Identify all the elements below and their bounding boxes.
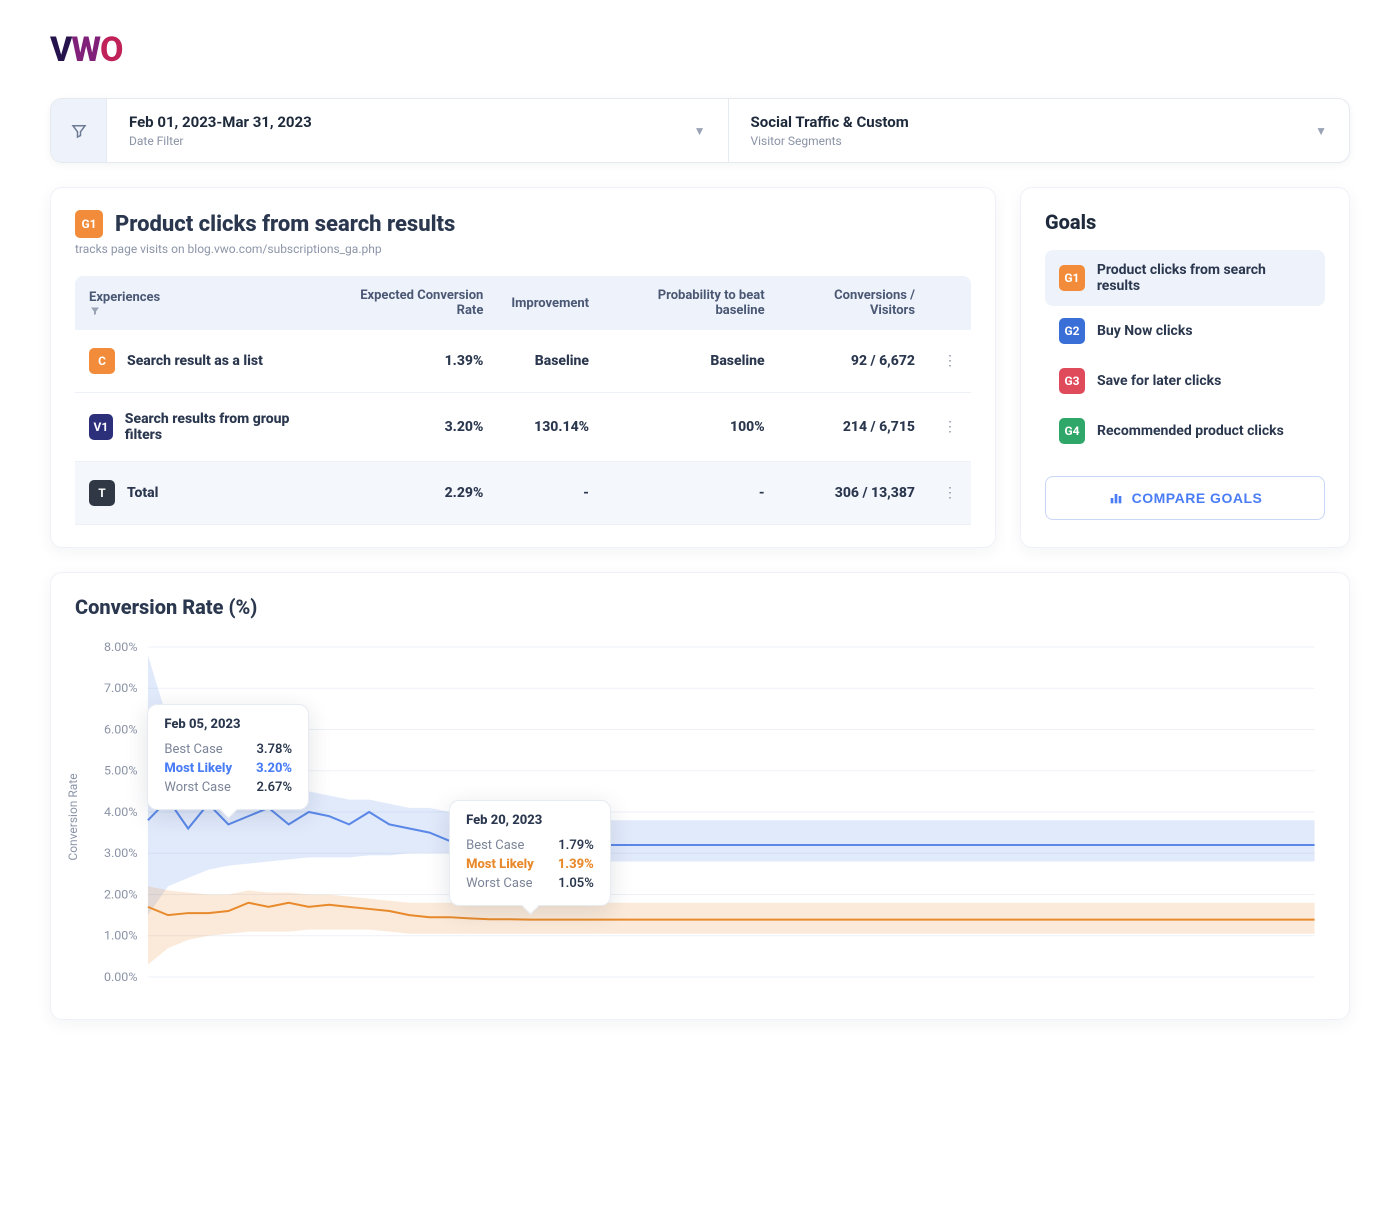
- cell-conversions: 306 / 13,387: [779, 462, 929, 525]
- date-filter-label: Date Filter: [129, 134, 312, 148]
- experience-badge: V1: [89, 414, 113, 440]
- chart-tooltip: Feb 05, 2023 Best Case 3.78% Most Likely 3.2…: [147, 704, 309, 810]
- table-row[interactable]: V1 Search results from group filters 3.2…: [75, 393, 971, 462]
- funnel-icon: [70, 122, 88, 140]
- chevron-down-icon: ▼: [1315, 124, 1327, 138]
- funnel-icon: [89, 305, 313, 317]
- svg-text:4.00%: 4.00%: [104, 805, 138, 819]
- goal-list-item[interactable]: G3 Save for later clicks: [1045, 356, 1325, 406]
- cell-p2b: -: [603, 462, 779, 525]
- experience-name: Search result as a list: [127, 353, 263, 369]
- col-p2b[interactable]: Probability to beat baseline: [603, 276, 779, 330]
- goal-badge: G1: [1059, 265, 1085, 291]
- filter-toggle-button[interactable]: [51, 99, 107, 162]
- col-conversions[interactable]: Conversions / Visitors: [779, 276, 929, 330]
- tooltip-label: Most Likely: [466, 857, 534, 872]
- tooltip-value: 1.39%: [558, 857, 594, 872]
- chart-area[interactable]: Conversion Rate 0.00%1.00%2.00%3.00%4.00…: [75, 637, 1325, 997]
- table-row[interactable]: C Search result as a list 1.39% Baseline…: [75, 330, 971, 393]
- filters-bar: Feb 01, 2023-Mar 31, 2023 Date Filter ▼ …: [50, 98, 1350, 163]
- cell-ecr: 1.39%: [327, 330, 498, 393]
- tooltip-value: 3.78%: [257, 742, 293, 757]
- svg-text:6.00%: 6.00%: [104, 723, 138, 737]
- col-experiences[interactable]: Experiences: [75, 276, 327, 330]
- more-options-icon[interactable]: ⋮: [943, 353, 957, 369]
- goal-results-card: G1 Product clicks from search results tr…: [50, 187, 996, 548]
- bar-chart-icon: [1108, 490, 1124, 506]
- logo-letter-w: W: [71, 30, 100, 70]
- goal-list-item[interactable]: G2 Buy Now clicks: [1045, 306, 1325, 356]
- cell-p2b: Baseline: [603, 330, 779, 393]
- cell-improvement: Baseline: [497, 330, 603, 393]
- col-ecr[interactable]: Expected Conversion Rate: [327, 276, 498, 330]
- cell-improvement: -: [497, 462, 603, 525]
- cell-conversions: 92 / 6,672: [779, 330, 929, 393]
- goal-badge: G4: [1059, 418, 1085, 444]
- goal-list-item[interactable]: G4 Recommended product clicks: [1045, 406, 1325, 456]
- cell-p2b: 100%: [603, 393, 779, 462]
- segments-filter-dropdown[interactable]: Social Traffic & Custom Visitor Segments…: [729, 99, 1350, 162]
- experience-badge: T: [89, 480, 115, 506]
- svg-text:8.00%: 8.00%: [104, 640, 138, 654]
- tooltip-value: 1.05%: [558, 876, 594, 891]
- goal-list: G1 Product clicks from search results G2…: [1045, 250, 1325, 456]
- segments-filter-label: Visitor Segments: [751, 134, 909, 148]
- svg-text:0.00%: 0.00%: [104, 970, 138, 984]
- goals-sidebar-card: Goals G1 Product clicks from search resu…: [1020, 187, 1350, 548]
- goal-badge: G2: [1059, 318, 1085, 344]
- logo-letter-v: V: [50, 30, 71, 70]
- tooltip-label: Most Likely: [164, 761, 232, 776]
- cell-ecr: 2.29%: [327, 462, 498, 525]
- goal-list-item[interactable]: G1 Product clicks from search results: [1045, 250, 1325, 306]
- svg-text:2.00%: 2.00%: [104, 888, 138, 902]
- goal-title: Product clicks from search results: [115, 212, 455, 237]
- more-options-icon[interactable]: ⋮: [943, 419, 957, 435]
- table-row[interactable]: T Total 2.29% - - 306 / 13,387 ⋮: [75, 462, 971, 525]
- tooltip-date: Feb 20, 2023: [466, 813, 594, 828]
- date-filter-dropdown[interactable]: Feb 01, 2023-Mar 31, 2023 Date Filter ▼: [107, 99, 729, 162]
- experience-name: Search results from group filters: [125, 411, 313, 443]
- goal-badge: G3: [1059, 368, 1085, 394]
- cell-ecr: 3.20%: [327, 393, 498, 462]
- chart-tooltip: Feb 20, 2023 Best Case 1.79% Most Likely 1.3…: [449, 800, 611, 906]
- tooltip-label: Worst Case: [466, 876, 532, 891]
- chevron-down-icon: ▼: [694, 124, 706, 138]
- cell-conversions: 214 / 6,715: [779, 393, 929, 462]
- segments-filter-value: Social Traffic & Custom: [751, 113, 909, 131]
- goals-sidebar-title: Goals: [1045, 210, 1325, 234]
- col-improvement[interactable]: Improvement: [497, 276, 603, 330]
- goal-item-label: Save for later clicks: [1097, 373, 1221, 389]
- more-options-icon[interactable]: ⋮: [943, 485, 957, 501]
- date-filter-value: Feb 01, 2023-Mar 31, 2023: [129, 113, 312, 131]
- tooltip-label: Best Case: [466, 838, 524, 853]
- chart-title: Conversion Rate (%): [75, 595, 1325, 619]
- goal-description: tracks page visits on blog.vwo.com/subsc…: [75, 242, 971, 256]
- tooltip-date: Feb 05, 2023: [164, 717, 292, 732]
- svg-text:7.00%: 7.00%: [104, 681, 138, 695]
- experience-name: Total: [127, 485, 158, 501]
- experiences-table: Experiences Expected Conversion Rate Imp…: [75, 276, 971, 525]
- y-axis-label: Conversion Rate: [66, 773, 80, 860]
- compare-goals-button[interactable]: COMPARE GOALS: [1045, 476, 1325, 520]
- logo-letter-o: O: [100, 30, 122, 70]
- line-chart-svg: 0.00% 1.00% 2.00% 3.00% 4.00% 5.00% 6.00% 7.00%…: [75, 637, 1325, 997]
- goal-badge: G1: [75, 210, 103, 238]
- svg-text:3.00%: 3.00%: [104, 846, 138, 860]
- conversion-rate-chart-card: Conversion Rate (%) Conversion Rate 0.00…: [50, 572, 1350, 1020]
- goal-item-label: Buy Now clicks: [1097, 323, 1193, 339]
- experience-badge: C: [89, 348, 115, 374]
- tooltip-value: 1.79%: [558, 838, 594, 853]
- tooltip-value: 2.67%: [257, 780, 293, 795]
- svg-text:5.00%: 5.00%: [104, 764, 138, 778]
- tooltip-label: Best Case: [164, 742, 222, 757]
- vwo-logo: VWO: [50, 30, 1350, 70]
- goal-item-label: Recommended product clicks: [1097, 423, 1284, 439]
- tooltip-label: Worst Case: [164, 780, 230, 795]
- goal-item-label: Product clicks from search results: [1097, 262, 1311, 294]
- cell-improvement: 130.14%: [497, 393, 603, 462]
- svg-text:1.00%: 1.00%: [104, 929, 138, 943]
- tooltip-value: 3.20%: [256, 761, 292, 776]
